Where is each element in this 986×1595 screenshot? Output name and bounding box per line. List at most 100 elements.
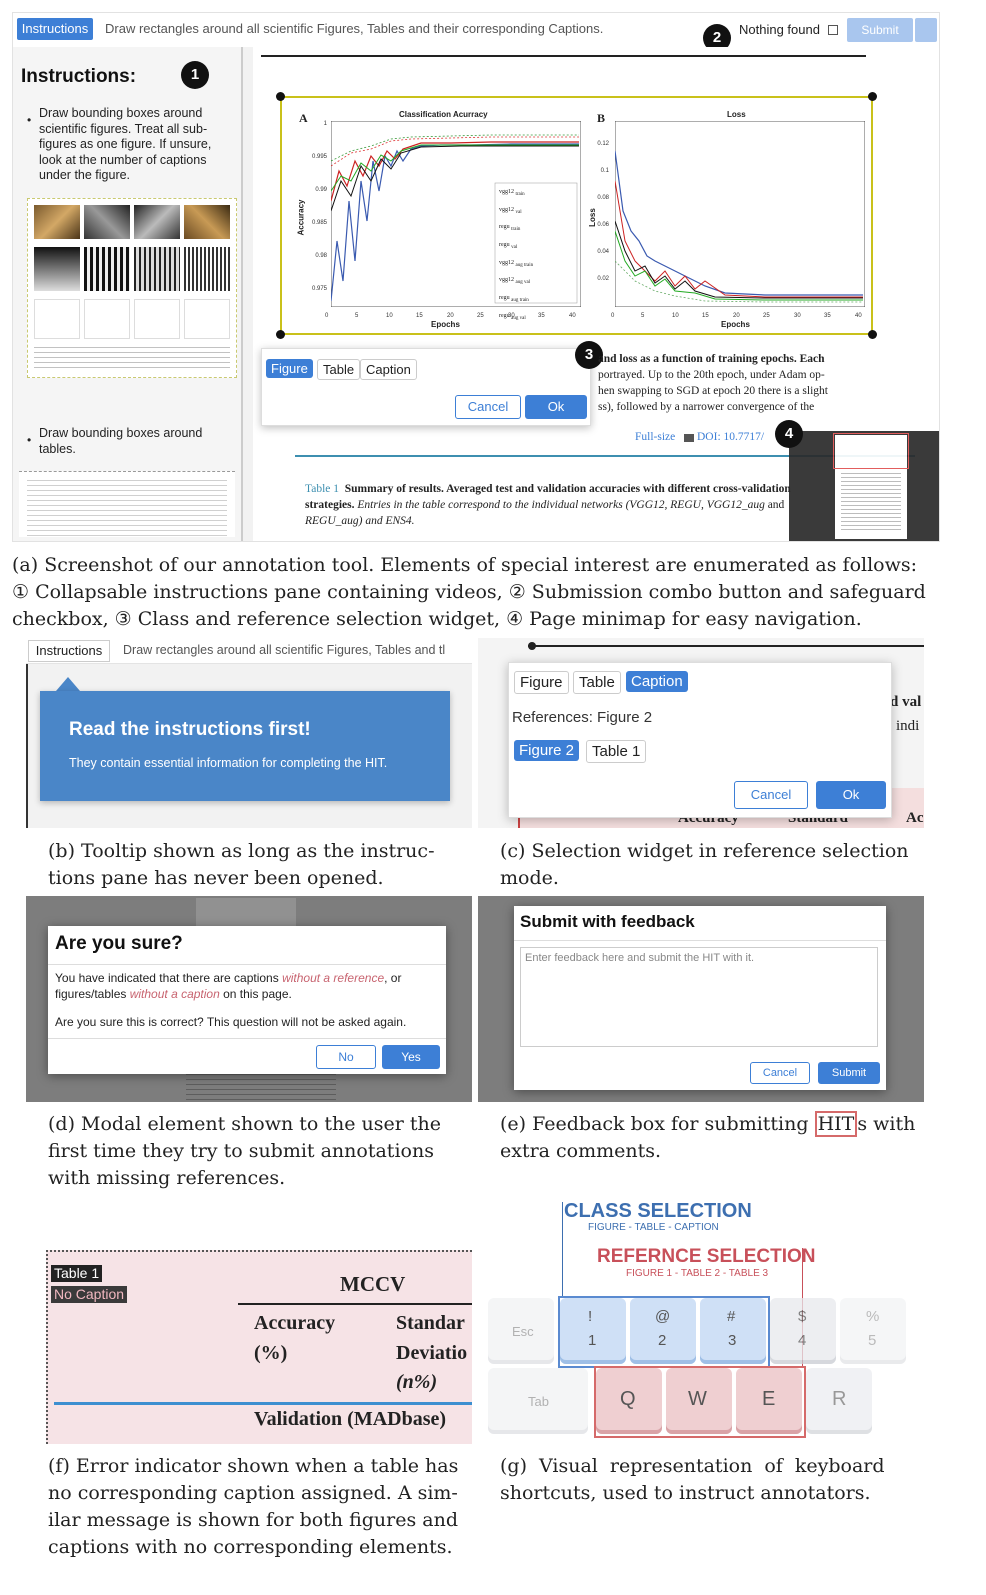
tooltip-title: Read the instructions first!	[69, 719, 311, 740]
fullsize-link[interactable]: Full-size	[635, 431, 675, 443]
nothing-found-checkbox[interactable]	[828, 25, 838, 35]
instructions-button[interactable]: Instructions	[28, 640, 110, 662]
feedback-submit-button[interactable]: Submit	[818, 1062, 880, 1084]
chart-b-xticks: 0 5 10 15 20 25 30 35 40	[611, 313, 867, 321]
class-figure-button[interactable]: Figure	[514, 671, 569, 694]
caption-line: extra comments.	[500, 1140, 662, 1162]
caption-line: with missing references.	[48, 1167, 286, 1189]
caption-f: (f) Error indicator shown when a table h…	[48, 1453, 468, 1561]
modal-line-1: You have indicated that there are captio…	[55, 971, 402, 985]
emphasis-text: without a reference	[282, 971, 385, 985]
ref-title: REFERNCE SELECTION	[597, 1246, 816, 1267]
submit-dropdown-button[interactable]	[915, 18, 937, 42]
figure-caption-text: and loss as a function of training epoch…	[598, 351, 853, 415]
ref-keys-frame	[594, 1366, 806, 1438]
yes-button[interactable]: Yes	[382, 1045, 440, 1069]
ytick: 0.98	[315, 253, 327, 259]
caption-line: captions with no corresponding elements.	[48, 1536, 453, 1558]
class-table-button[interactable]: Table	[573, 671, 621, 694]
bullet-dot-2: •	[27, 433, 32, 447]
caption-d: (d) Modal element shown to the user the …	[48, 1111, 468, 1192]
xtick: 30	[794, 313, 801, 319]
reference-table-1-button[interactable]: Table 1	[586, 740, 647, 763]
blurred-table	[186, 1074, 336, 1102]
feedback-textarea[interactable]: Enter feedback here and submit the HIT w…	[520, 947, 878, 1047]
xtick: 35	[824, 313, 831, 319]
modal-footer-rule	[48, 1038, 446, 1039]
legend-item: vgg12 train	[499, 189, 525, 198]
example-plot	[84, 299, 130, 339]
xtick: 15	[702, 313, 709, 319]
nothing-found-label: Nothing found	[739, 22, 820, 37]
ytick: 0.1	[600, 168, 609, 174]
example-plot	[134, 299, 180, 339]
no-caption-tag: No Caption	[51, 1286, 128, 1303]
legend-item: vgg12 val	[499, 206, 522, 215]
top-rule	[528, 645, 924, 647]
class-bracket	[562, 1202, 563, 1298]
caption-g: (g) Visual representation of keyboard sh…	[500, 1453, 920, 1507]
image-icon	[684, 434, 694, 442]
instructions-button[interactable]: Instructions	[17, 18, 93, 40]
submit-button[interactable]: Submit	[847, 18, 913, 42]
table-label: Table 1	[305, 483, 340, 495]
key-r: R	[806, 1368, 872, 1434]
chart-a-legend: vgg12 train vgg12 val regu train regu va…	[499, 185, 577, 321]
minimap-viewport[interactable]	[833, 433, 909, 469]
feedback-cancel-button[interactable]: Cancel	[750, 1062, 810, 1084]
left-border	[26, 664, 28, 828]
widget-cancel-button[interactable]: Cancel	[734, 781, 808, 809]
example-image	[34, 205, 80, 239]
class-caption-button[interactable]: Caption	[626, 671, 688, 692]
caption-e: (e) Feedback box for submitting HIT s wit…	[500, 1111, 920, 1165]
col-stddev-3: (n%)	[396, 1371, 438, 1393]
caption-line: (f) Error indicator shown when a table h…	[48, 1455, 459, 1477]
example-image	[184, 205, 230, 239]
selection-handle[interactable]	[276, 330, 285, 339]
widget-cancel-button[interactable]: Cancel	[455, 395, 521, 419]
xtick: 5	[641, 313, 645, 319]
caption-c: (c) Selection widget in reference select…	[500, 838, 920, 892]
class-table-button[interactable]: Table	[317, 359, 361, 380]
xtick: 20	[447, 313, 454, 319]
example-image	[184, 247, 230, 291]
example-table-rows	[27, 480, 227, 536]
selection-handle[interactable]	[868, 330, 877, 339]
hit-highlight: HIT	[814, 1111, 858, 1137]
selection-handle[interactable]	[276, 92, 285, 101]
class-figure-button[interactable]: Figure	[266, 359, 313, 378]
modal-title: Are you sure?	[55, 933, 183, 954]
instruction-example-table	[19, 471, 235, 537]
class-caption-button[interactable]: Caption	[360, 359, 417, 380]
panel-e: Submit with feedback Enter feedback here…	[478, 896, 924, 1102]
ytick: 0.99	[315, 187, 327, 193]
example-caption-lines	[34, 347, 230, 369]
widget-ok-button[interactable]: Ok	[525, 395, 587, 419]
modal-line-3: Are you sure this is correct? This quest…	[55, 1015, 407, 1029]
xtick: 0	[325, 313, 329, 319]
caption-line: (c) Selection widget in reference select…	[500, 840, 909, 862]
caption-line: no corresponding caption assigned. A sim…	[48, 1482, 458, 1504]
ytick: 0.995	[311, 154, 327, 160]
page-minimap[interactable]	[789, 431, 939, 541]
example-image	[34, 247, 80, 291]
widget-ok-button[interactable]: Ok	[816, 781, 886, 809]
xtick: 0	[611, 313, 615, 319]
ref-subtitle: FIGURE 1 - TABLE 2 - TABLE 3	[626, 1268, 769, 1279]
chart-b-xlabel: Epochs	[721, 320, 750, 329]
selection-handle[interactable]	[868, 92, 877, 101]
page-dot	[528, 642, 536, 650]
caption-line: checkbox, ③ Class and reference selectio…	[12, 608, 862, 630]
no-button[interactable]: No	[316, 1045, 376, 1069]
doi-link[interactable]: DOI: 10.7717/	[697, 431, 764, 443]
ytick: 0.975	[311, 286, 327, 292]
key-tab: Tab	[488, 1368, 588, 1434]
minimap-content	[841, 473, 901, 533]
caption-line: (g) Visual representation of keyboard	[500, 1455, 885, 1477]
xtick: 10	[672, 313, 679, 319]
caption-line: (b) Tooltip shown as long as the instruc…	[48, 840, 435, 862]
reference-figure-2-button[interactable]: Figure 2	[514, 740, 580, 761]
panel-f: Table 1 No Caption MCCV Accuracy (%) Sta…	[46, 1250, 472, 1444]
ytick: 1	[323, 121, 327, 127]
caption-line: mode.	[500, 867, 559, 889]
